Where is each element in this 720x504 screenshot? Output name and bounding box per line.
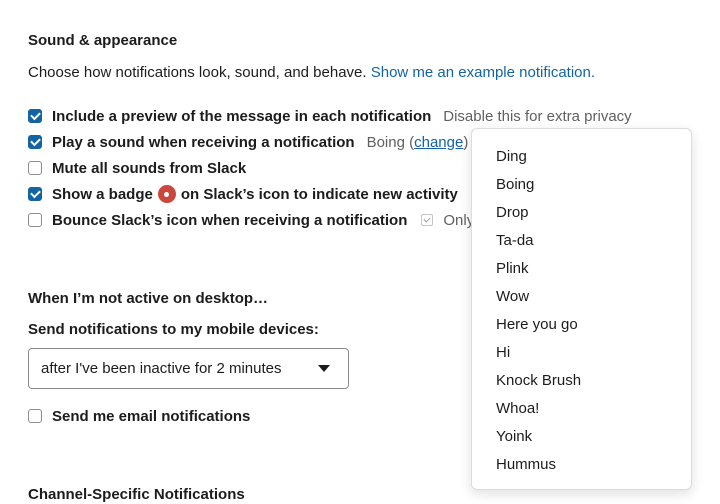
preview-option: Include a preview of the message in each… [28, 106, 632, 126]
bounce-checkbox[interactable] [28, 213, 42, 227]
sound-checkbox[interactable] [28, 135, 42, 149]
preview-checkbox[interactable] [28, 109, 42, 123]
mute-option: Mute all sounds from Slack [28, 158, 246, 178]
current-sound-suffix: ) [463, 133, 469, 151]
preview-hint: Disable this for extra privacy [443, 107, 632, 125]
sound-option-hi[interactable]: Hi [472, 339, 691, 367]
current-sound-prefix: Boing ( [366, 133, 415, 151]
caret-down-icon [318, 365, 330, 372]
badge-label-before: Show a badge [52, 185, 153, 203]
sound-option-knock-brush[interactable]: Knock Brush [472, 367, 691, 395]
badge-checkbox[interactable] [28, 187, 42, 201]
bounce-option: Bounce Slack’s icon when receiving a not… [28, 210, 474, 230]
sound-option-ta-da[interactable]: Ta-da [472, 227, 691, 255]
badge-option: Show a badge on Slack’s icon to indicate… [28, 184, 458, 204]
bounce-label: Bounce Slack’s icon when receiving a not… [52, 211, 408, 229]
bounce-only-checkbox[interactable] [421, 214, 434, 226]
sound-intro-text: Choose how notifications look, sound, an… [28, 64, 367, 81]
channel-specific-title: Channel-Specific Notifications [28, 486, 245, 503]
email-label: Send me email notifications [52, 407, 251, 425]
sound-intro: Choose how notifications look, sound, an… [28, 64, 595, 81]
sound-option-wow[interactable]: Wow [472, 283, 691, 311]
badge-label-after: on Slack’s icon to indicate new activity [180, 185, 458, 203]
badge-icon [157, 185, 176, 203]
sound-option-whoa[interactable]: Whoa! [472, 395, 691, 423]
sound-option-ding[interactable]: Ding [472, 143, 691, 171]
mobile-notifications-label: Send notifications to my mobile devices: [28, 321, 319, 338]
sound-appearance-title: Sound & appearance [28, 32, 178, 49]
change-sound-link[interactable]: change [414, 134, 463, 151]
inactive-title: When I’m not active on desktop… [28, 290, 269, 307]
mobile-inactivity-value: after I've been inactive for 2 minutes [41, 360, 282, 377]
sound-option-drop[interactable]: Drop [472, 199, 691, 227]
email-option: Send me email notifications [28, 406, 250, 426]
sound-option-hummus[interactable]: Hummus [472, 451, 691, 479]
mute-label: Mute all sounds from Slack [52, 159, 247, 177]
bounce-only-label: Only [443, 211, 475, 229]
sound-option: Play a sound when receiving a notificati… [28, 132, 468, 152]
sound-option-yoink[interactable]: Yoink [472, 423, 691, 451]
preview-label: Include a preview of the message in each… [52, 107, 432, 125]
example-notification-link[interactable]: Show me an example notification. [371, 64, 595, 81]
email-checkbox[interactable] [28, 409, 42, 423]
mute-checkbox[interactable] [28, 161, 42, 175]
sound-dropdown-menu: Ding Boing Drop Ta-da Plink Wow Here you… [471, 128, 692, 490]
mobile-inactivity-select[interactable]: after I've been inactive for 2 minutes [28, 348, 349, 389]
sound-option-plink[interactable]: Plink [472, 255, 691, 283]
sound-option-boing[interactable]: Boing [472, 171, 691, 199]
current-sound: Boing (change) [367, 134, 469, 151]
sound-option-here-you-go[interactable]: Here you go [472, 311, 691, 339]
sound-label: Play a sound when receiving a notificati… [52, 133, 355, 151]
